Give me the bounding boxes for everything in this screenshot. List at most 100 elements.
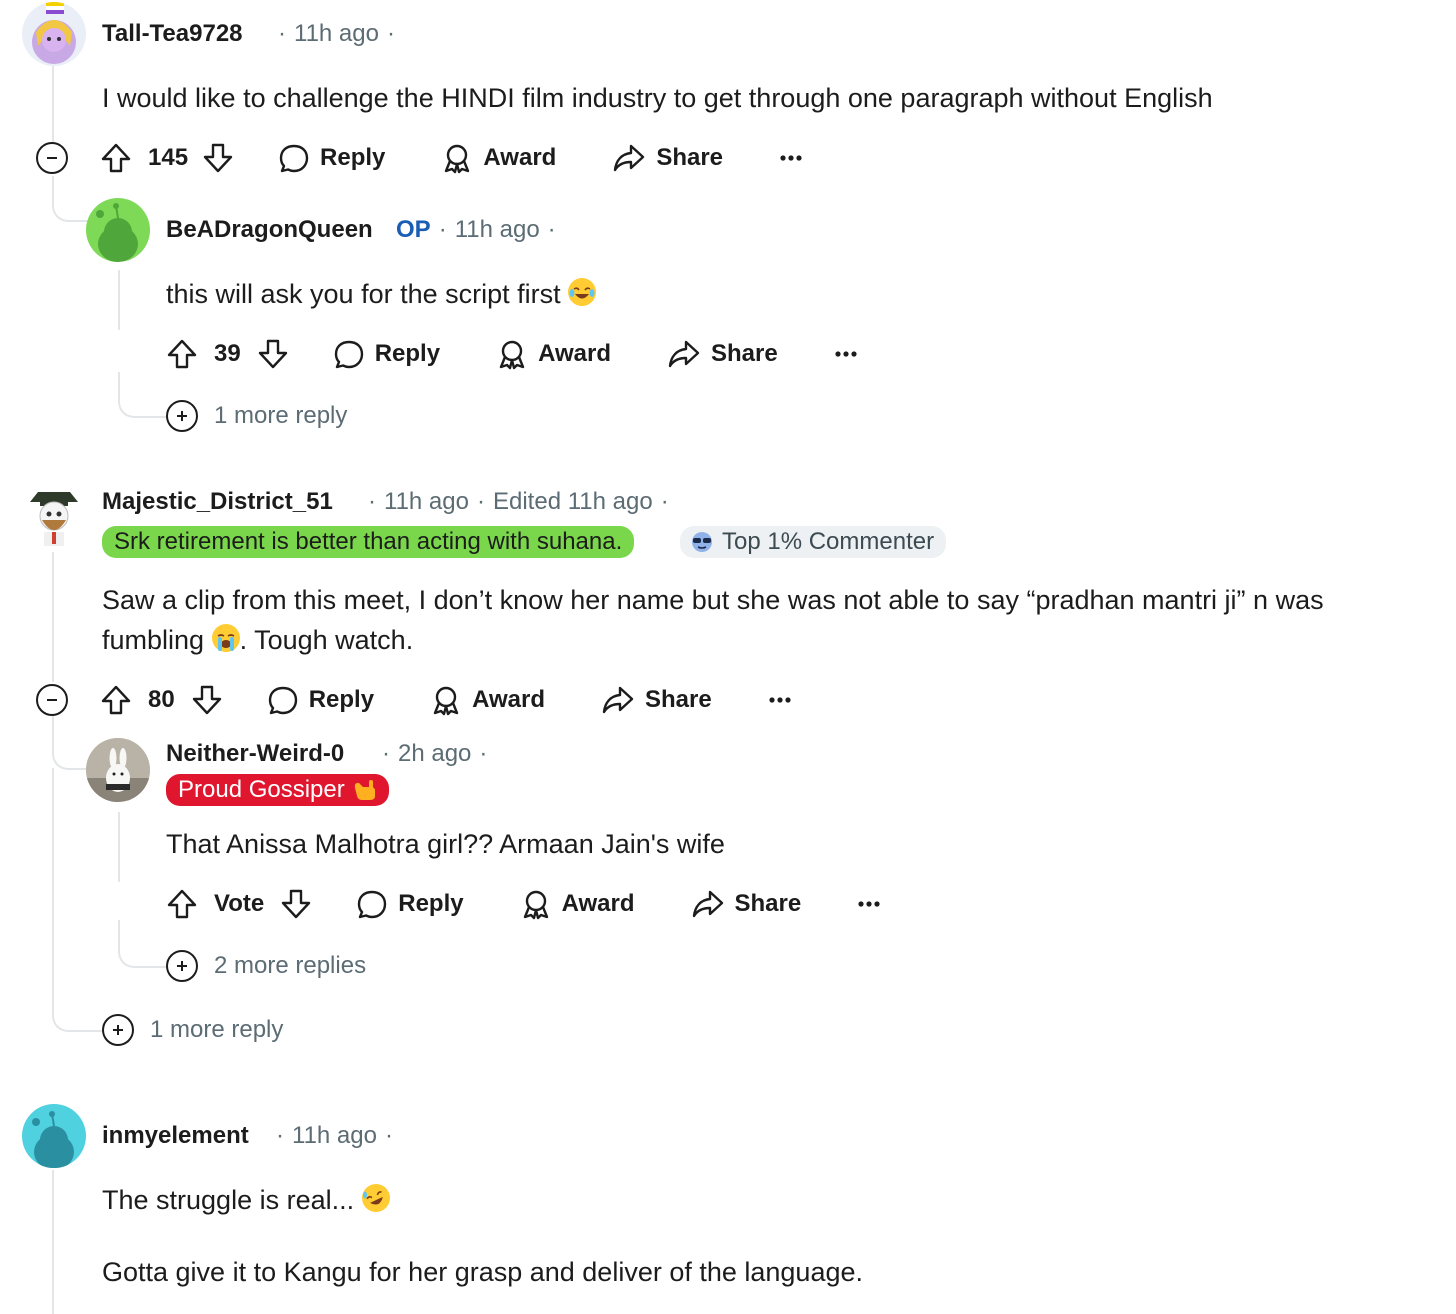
downvote-icon[interactable] (191, 684, 223, 716)
comment-time[interactable]: 2h ago (398, 740, 471, 767)
more-replies-button[interactable]: 2 more replies (166, 950, 366, 982)
plus-icon (177, 961, 187, 971)
more-options-icon[interactable] (779, 154, 803, 162)
plus-icon (177, 411, 187, 421)
award-label: Award (561, 890, 635, 917)
more-options-icon[interactable] (768, 696, 792, 704)
thread-line[interactable] (52, 1170, 54, 1314)
share-icon (602, 686, 634, 714)
reply-button[interactable]: Reply (267, 684, 374, 716)
thread-line[interactable] (118, 270, 120, 330)
share-button[interactable]: Share (691, 888, 802, 920)
avatar[interactable] (86, 738, 150, 802)
share-button[interactable]: Share (601, 684, 712, 716)
top-commenter-badge: Top 1% Commenter (680, 526, 947, 558)
thread-connector (118, 372, 168, 418)
comment-bubble-icon (279, 144, 309, 173)
share-label: Share (644, 686, 712, 713)
thread-line[interactable] (52, 66, 54, 142)
comment-author[interactable]: BeADragonQueen (166, 216, 373, 244)
comment-time[interactable]: 11h ago (455, 216, 540, 243)
share-button[interactable]: Share (612, 142, 723, 174)
avatar[interactable] (22, 1104, 86, 1168)
call-me-hand-icon (354, 780, 375, 800)
upvote-icon[interactable] (166, 888, 198, 920)
share-icon (692, 890, 723, 918)
reply-button[interactable]: Reply (333, 338, 440, 370)
more-options-icon[interactable] (857, 900, 881, 908)
comment-meta: OP · 11h ago · (396, 216, 556, 243)
reply-button[interactable]: Reply (278, 142, 385, 174)
award-label: Award (538, 340, 611, 367)
comment-text: fumbling (102, 625, 205, 655)
avatar[interactable] (86, 198, 150, 262)
award-button[interactable]: Award (441, 142, 556, 174)
op-badge: OP (396, 216, 431, 243)
avatar[interactable] (22, 2, 86, 66)
comment-time[interactable]: 11h ago (294, 20, 379, 47)
comment-text: The struggle is real... (102, 1185, 355, 1215)
reply-button[interactable]: Reply (356, 888, 464, 920)
more-replies-label: 2 more replies (214, 952, 367, 979)
user-flair: Srk retirement is better than acting wit… (102, 526, 635, 558)
downvote-icon[interactable] (280, 888, 312, 920)
comment-author[interactable]: Majestic_District_51 (102, 488, 333, 516)
minus-icon (47, 699, 57, 701)
comment-time[interactable]: 11h ago (384, 488, 469, 515)
thread-connector (52, 176, 88, 222)
comment-actions: 80 Reply Award Share (36, 678, 792, 722)
award-icon (433, 686, 459, 716)
comment-body-line: Gotta give it to Kangu for her grasp and… (102, 1257, 863, 1287)
expand-button[interactable] (166, 400, 198, 432)
badge-label: Top 1% Commenter (722, 528, 935, 555)
comment-body-line: The struggle is real... (102, 1180, 390, 1220)
thread-line[interactable] (52, 768, 54, 964)
expand-button[interactable] (102, 1014, 134, 1046)
comment-body: That Anissa Malhotra girl?? Armaan Jain'… (166, 829, 725, 859)
comment-meta: · 11h ago · (278, 20, 395, 47)
award-icon (523, 890, 548, 920)
collapse-button[interactable] (36, 684, 68, 716)
award-button[interactable]: Award (430, 684, 545, 716)
thread-line[interactable] (52, 552, 54, 682)
crying-emoji-icon (211, 624, 240, 652)
upvote-icon[interactable] (166, 338, 198, 370)
upvote-icon[interactable] (100, 684, 132, 716)
more-replies-button[interactable]: 1 more reply (166, 400, 347, 432)
thread-connector (52, 960, 106, 1032)
thread-line[interactable] (118, 812, 120, 882)
award-button[interactable]: Award (520, 888, 635, 920)
more-replies-button[interactable]: 1 more reply (102, 1014, 283, 1046)
vote-score: 145 (148, 144, 189, 171)
comment-meta: · 11h ago · Edited 11h ago · (368, 488, 669, 515)
share-label: Share (734, 890, 802, 917)
award-icon (499, 340, 525, 370)
award-button[interactable]: Award (496, 338, 611, 370)
award-label: Award (472, 686, 545, 713)
comment-time[interactable]: 11h ago (292, 1122, 377, 1149)
expand-button[interactable] (166, 950, 198, 982)
comment-actions: 39 Reply Award Share (166, 332, 858, 376)
comment-body-line: fumbling . Tough watch. (102, 620, 413, 660)
upvote-icon[interactable] (100, 142, 132, 174)
more-options-icon[interactable] (834, 350, 858, 358)
comment-author[interactable]: inmyelement (102, 1122, 249, 1150)
plus-icon (113, 1025, 123, 1035)
thread-connector (52, 716, 88, 770)
downvote-icon[interactable] (257, 338, 289, 370)
collapse-button[interactable] (36, 142, 68, 174)
avatar[interactable] (22, 484, 86, 548)
comment-bubble-icon (268, 686, 297, 715)
comment-author[interactable]: Neither-Weird-0 (166, 740, 344, 768)
share-button[interactable]: Share (667, 338, 778, 370)
comment-author[interactable]: Tall-Tea9728 (102, 20, 243, 48)
comment-bubble-icon (334, 340, 363, 369)
downvote-icon[interactable] (202, 142, 234, 174)
flair-label: Proud Gossiper (178, 776, 345, 803)
share-icon (668, 340, 700, 368)
vote-score: Vote (214, 890, 265, 917)
rofl-emoji-icon (361, 1184, 390, 1212)
edited-label: Edited 11h ago (492, 488, 653, 515)
reply-label: Reply (308, 686, 375, 713)
comment-body-line: Saw a clip from this meet, I don’t know … (102, 585, 1324, 615)
